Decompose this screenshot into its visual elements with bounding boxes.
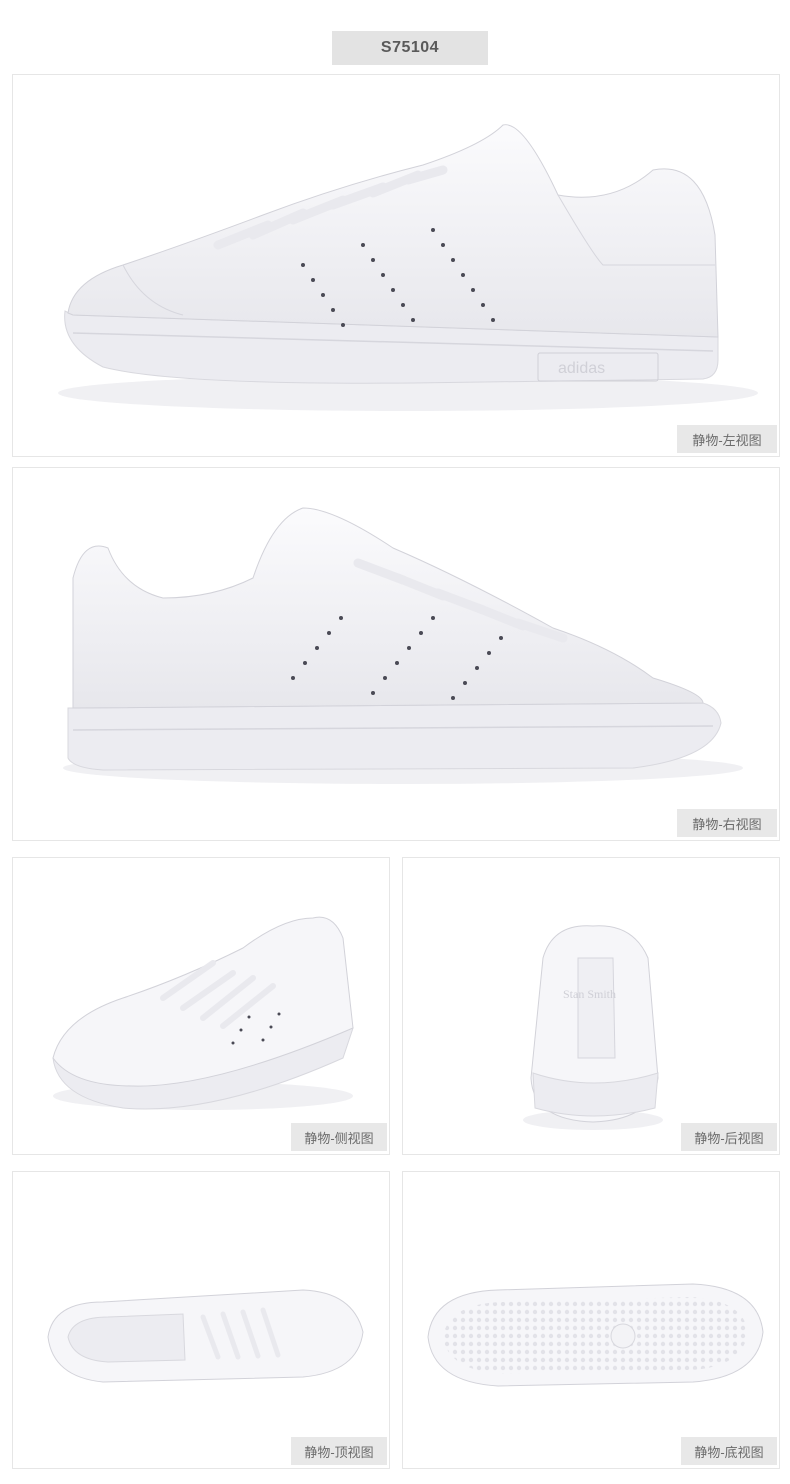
bottom-view-panel: 静物-底视图 — [402, 1171, 780, 1469]
product-sku-label: S75104 — [332, 31, 488, 65]
heel-brand-text: Stan Smith — [563, 987, 616, 1001]
side-view-panel: 静物-侧视图 — [12, 857, 390, 1155]
right-view-panel: 静物-右视图 — [12, 467, 780, 841]
top-view-panel: 静物-顶视图 — [12, 1171, 390, 1469]
brand-logo-emboss: adidas — [558, 360, 605, 377]
left-view-caption: 静物-左视图 — [677, 425, 777, 453]
shoe-bottom-view-image — [427, 1283, 764, 1387]
top-view-caption: 静物-顶视图 — [291, 1437, 387, 1465]
shoe-back-view-image: Stan Smith — [523, 925, 663, 1130]
shoe-left-view-image: adidas — [58, 124, 758, 411]
back-view-caption: 静物-后视图 — [681, 1123, 777, 1151]
right-view-caption: 静物-右视图 — [677, 809, 777, 837]
side-view-caption: 静物-侧视图 — [291, 1123, 387, 1151]
shoe-top-view-image — [47, 1289, 364, 1383]
back-view-panel: Stan Smith 静物-后视图 — [402, 857, 780, 1155]
shoe-right-view-image — [63, 507, 743, 784]
bottom-view-caption: 静物-底视图 — [681, 1437, 777, 1465]
left-view-panel: adidas 静物-左视图 — [12, 74, 780, 457]
shoe-side-view-image — [52, 916, 354, 1110]
